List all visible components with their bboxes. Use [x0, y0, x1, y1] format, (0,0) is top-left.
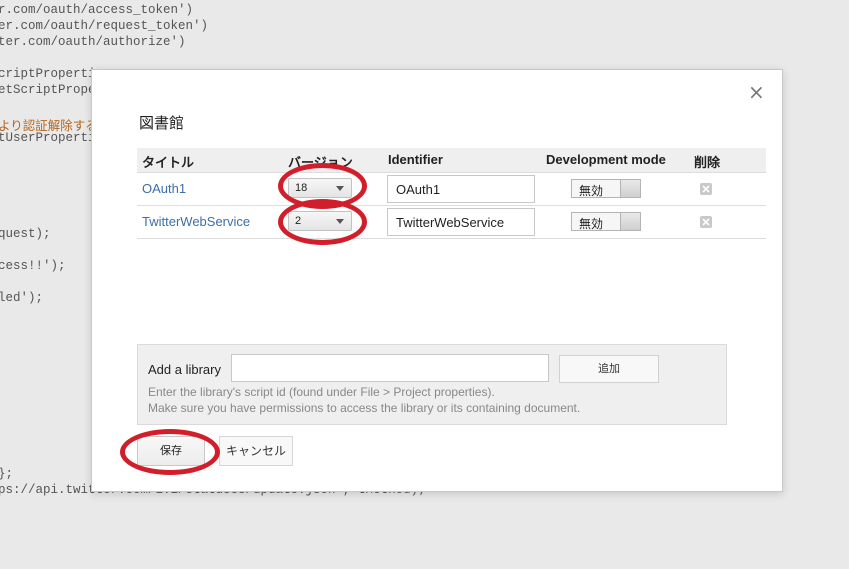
code-line: r.com/oauth/access_token')	[0, 3, 194, 17]
toggle-knob	[620, 180, 640, 197]
header-development-mode: Development mode	[546, 152, 666, 167]
help-text: Enter the library's script id (found und…	[148, 385, 495, 399]
table-row: TwitterWebService 2 無効	[137, 206, 766, 239]
toggle-knob	[620, 213, 640, 230]
header-version: バージョン	[288, 155, 353, 170]
save-button[interactable]: 保存	[137, 436, 205, 466]
library-script-id-input[interactable]	[231, 354, 549, 382]
help-text: Make sure you have permissions to access…	[148, 401, 581, 415]
header-title: タイトル	[142, 155, 195, 170]
code-line: er.com/oauth/request_token')	[0, 19, 209, 33]
library-title-link[interactable]: OAuth1	[142, 181, 186, 196]
code-line: led');	[0, 291, 44, 305]
code-line: criptPropertie	[0, 67, 104, 81]
chevron-down-icon	[336, 186, 344, 191]
development-mode-toggle[interactable]: 無効	[571, 179, 641, 198]
delete-icon[interactable]	[700, 216, 712, 228]
table-header: タイトル バージョン Identifier Development mode 削…	[137, 148, 766, 173]
code-line: cess!!');	[0, 259, 66, 273]
code-line: etScriptPrope	[0, 83, 96, 97]
toggle-label: 無効	[579, 217, 604, 231]
table-row: OAuth1 18 無効	[137, 173, 766, 206]
development-mode-toggle[interactable]: 無効	[571, 212, 641, 231]
add-library-label: Add a library	[148, 362, 221, 377]
add-button[interactable]: 追加	[559, 355, 659, 383]
dialog-title: 図書館	[139, 115, 185, 132]
header-delete: 削除	[694, 155, 721, 170]
version-value: 18	[295, 182, 308, 194]
version-value: 2	[295, 215, 302, 227]
add-library-panel: Add a library 追加 Enter the library's scr…	[137, 344, 727, 425]
header-identifier: Identifier	[388, 152, 443, 167]
library-title-link[interactable]: TwitterWebService	[142, 214, 250, 229]
code-line: };	[0, 467, 14, 481]
code-line: ter.com/oauth/authorize')	[0, 35, 186, 49]
delete-icon[interactable]	[700, 183, 712, 195]
libraries-dialog: × 図書館 タイトル バージョン Identifier Development …	[91, 69, 783, 492]
code-line: tUserPropertie	[0, 131, 104, 145]
chevron-down-icon	[336, 219, 344, 224]
version-select[interactable]: 2	[288, 211, 352, 231]
identifier-input[interactable]	[387, 175, 535, 203]
version-select[interactable]: 18	[288, 178, 352, 198]
toggle-label: 無効	[579, 184, 604, 198]
identifier-input[interactable]	[387, 208, 535, 236]
code-line: quest);	[0, 227, 51, 241]
cancel-button[interactable]: キャンセル	[219, 436, 293, 466]
close-icon[interactable]: ×	[748, 82, 765, 102]
